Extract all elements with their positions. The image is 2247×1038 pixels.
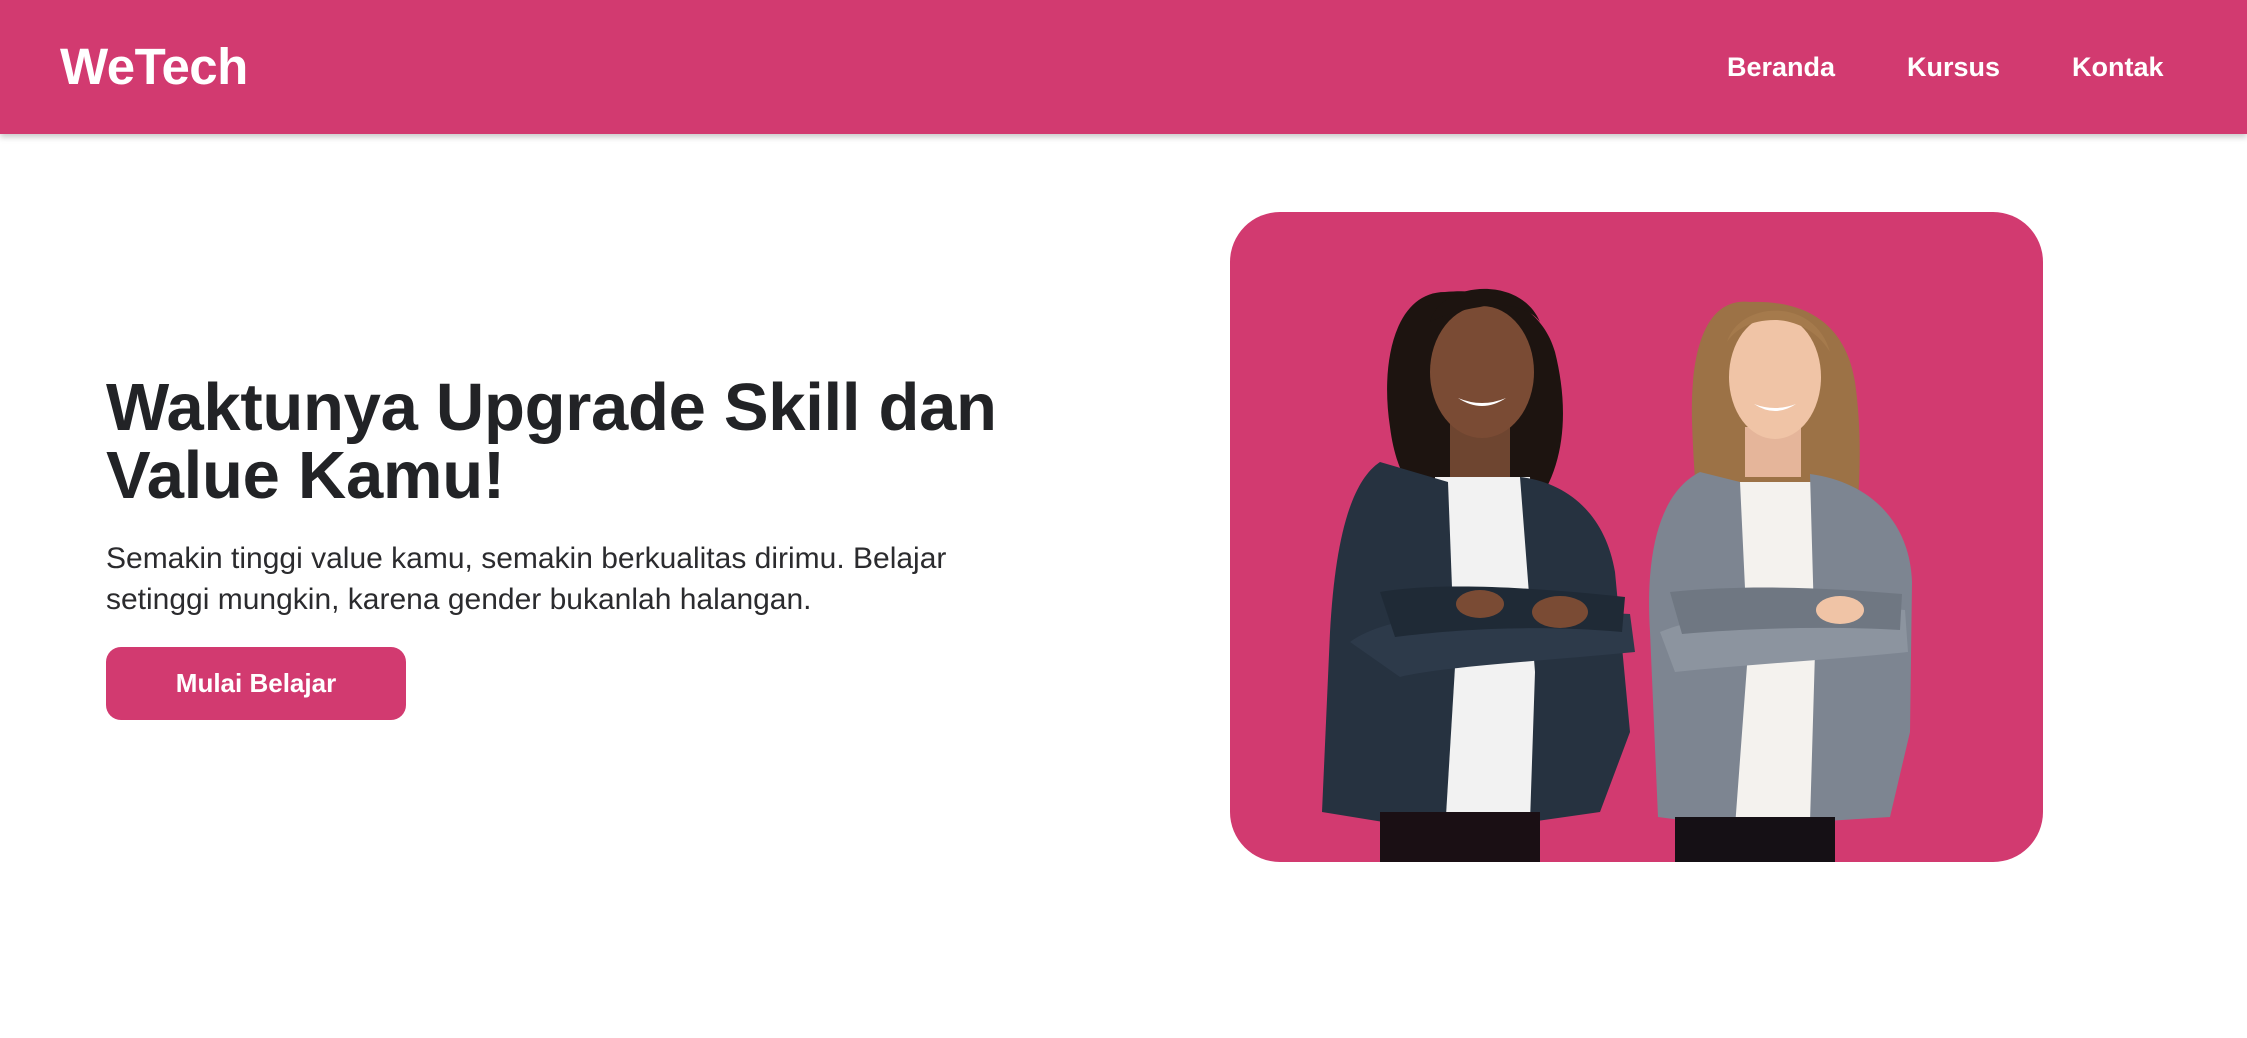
hero-image xyxy=(1230,212,2043,862)
hero-title-line: Waktunya Upgrade Skill dan xyxy=(106,370,997,445)
hero-description-line: Semakin tinggi value kamu, semakin berku… xyxy=(106,542,947,575)
nav-link-kontak[interactable]: Kontak xyxy=(2072,48,2164,86)
hero-title-line: Value Kamu! xyxy=(106,438,505,513)
two-businesswomen-illustration xyxy=(1322,288,1912,862)
hero-description-line: setinggi mungkin, karena gender bukanlah… xyxy=(106,583,812,616)
nav-link-kursus[interactable]: Kursus xyxy=(1907,48,2000,86)
woman-left-figure xyxy=(1322,288,1635,862)
hero-description: Semakin tinggi value kamu, semakin berku… xyxy=(106,538,1056,620)
navbar: WeTech Beranda Kursus Kontak xyxy=(0,0,2247,134)
start-learning-button[interactable]: Mulai Belajar xyxy=(106,647,406,720)
brand-logo[interactable]: WeTech xyxy=(60,36,248,98)
nav-link-beranda[interactable]: Beranda xyxy=(1727,48,1835,86)
woman-right-figure xyxy=(1649,301,1912,862)
hero-title: Waktunya Upgrade Skill dan Value Kamu! xyxy=(106,374,1106,510)
